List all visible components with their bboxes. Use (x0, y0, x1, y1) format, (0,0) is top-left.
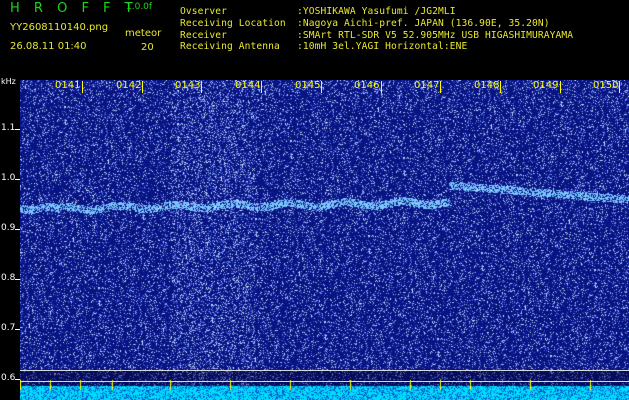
time-mark-line (201, 81, 202, 93)
tick-label-0-8: 0.8 (1, 273, 16, 283)
tick-label-1-0: 1.0 (1, 173, 16, 183)
reference-line-lower (20, 381, 629, 382)
location-value: :Nagoya Aichi-pref. JAPAN (136.90E, 35.2… (297, 18, 550, 29)
header-panel: H R O F F T 1.0.0f YY2608110140.png 26.0… (0, 0, 629, 78)
app-version: 1.0.0f (126, 2, 153, 12)
tick-label-1-1: 1.1 (1, 123, 16, 133)
receiver-label: Receiver (180, 30, 228, 41)
reference-line-upper (20, 370, 629, 371)
tick-mark (15, 129, 20, 130)
observer-value: :YOSHIKAWA Yasufumi /JG2MLI (297, 6, 456, 17)
spectrogram-area (20, 80, 629, 400)
time-mark-0146: 0146 (354, 80, 380, 91)
time-mark-line (440, 81, 441, 93)
location-label: Receiving Location (180, 18, 286, 29)
time-mark-line (261, 81, 262, 93)
time-mark-line (321, 81, 322, 93)
time-mark-0149: 0149 (533, 80, 559, 91)
spectrogram-canvas (20, 80, 629, 400)
date-time: 26.08.11 01:40 (10, 41, 87, 52)
time-mark-line (500, 81, 501, 93)
tick-mark (15, 379, 20, 380)
event-label: meteor (125, 28, 162, 39)
tick-mark (15, 179, 20, 180)
time-mark-0144: 0144 (235, 80, 261, 91)
tick-mark (15, 279, 20, 280)
time-mark-0150: 0150 (593, 80, 619, 91)
time-mark-0147: 0147 (414, 80, 440, 91)
time-mark-line (82, 81, 83, 93)
time-mark-0145: 0145 (295, 80, 321, 91)
antenna-label: Receiving Antenna (180, 41, 280, 52)
time-mark-0142: 0142 (116, 80, 142, 91)
tick-label-0-7: 0.7 (1, 323, 16, 333)
observer-label: Ovserver (180, 6, 228, 17)
time-mark-line (142, 81, 143, 93)
antenna-value: :10mH 3el.YAGI Horizontal:ENE (297, 41, 468, 52)
frequency-unit: kHz (1, 77, 16, 86)
time-mark-0143: 0143 (175, 80, 201, 91)
app-brand: H R O F F T (10, 1, 138, 16)
time-mark-0141: 0141 (55, 80, 81, 91)
tick-mark (15, 329, 20, 330)
file-name: YY2608110140.png (10, 22, 109, 33)
tick-label-0-6: 0.6 (1, 373, 16, 383)
time-mark-0148: 0148 (474, 80, 500, 91)
time-mark-line (619, 81, 620, 93)
time-mark-line (560, 81, 561, 93)
event-count: 20 (141, 42, 154, 53)
receiver-value: :SMArt RTL-SDR V5 52.905MHz USB HIGASHIM… (297, 30, 574, 41)
tick-label-0-9: 0.9 (1, 223, 16, 233)
tick-mark (15, 229, 20, 230)
time-mark-line (381, 81, 382, 93)
